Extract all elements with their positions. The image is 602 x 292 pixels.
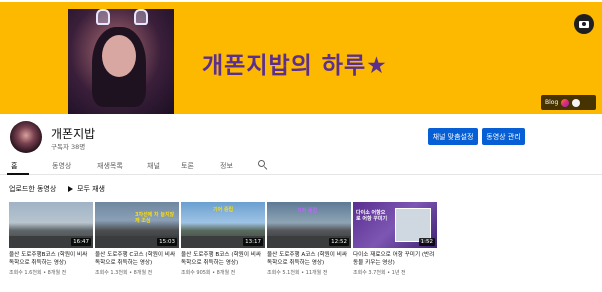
play-all-button[interactable]: 모두 재생 <box>68 184 105 194</box>
video-meta: 조회수 5.1천회 • 11개월 전 <box>267 270 328 276</box>
tab-discussion[interactable]: 토론 <box>181 161 194 171</box>
manage-videos-button[interactable]: 동영상 관리 <box>482 128 525 145</box>
video-duration: 13:17 <box>243 238 263 246</box>
tab-playlists[interactable]: 재생목록 <box>97 161 123 171</box>
subscriber-count: 구독자 38명 <box>51 143 86 151</box>
tab-home[interactable]: 홈 <box>11 161 17 171</box>
section-title: 업로드한 동영상 <box>9 185 57 193</box>
channel-name: 개폰지밥 <box>51 127 96 141</box>
video-duration: 12:52 <box>329 238 349 246</box>
banner-photo <box>68 9 174 114</box>
video-title[interactable]: 울산 도로주행 A코스 (학원이 비싸 독학으로 취득하는 영상) <box>267 251 351 267</box>
video-card[interactable]: 3차선에 차 늘지않게 조심 15:03 울산 도로주행 C코스 (학원이 비싸… <box>95 202 179 276</box>
video-title[interactable]: 다이소 재료으로 어항 꾸미기 (반려동물 키우는 영상) <box>353 251 437 267</box>
banner-links[interactable]: Blog <box>541 95 596 110</box>
channel-banner: 개폰지밥의 하루★ Blog <box>0 2 602 114</box>
video-thumbnail[interactable]: 기어 중립 13:17 <box>181 202 265 248</box>
thumbnail-overlay-text: 3차선에 차 늘지않게 조심 <box>135 212 175 224</box>
aquarium-image <box>395 208 431 242</box>
video-card[interactable]: 16:47 울산 도로주행B코스 (학원이 비싸 독학으로 취득하는 영상) 조… <box>9 202 93 276</box>
video-title[interactable]: 울산 도로주행B코스 (학원이 비싸 독학으로 취득하는 영상) <box>9 251 93 267</box>
camera-icon[interactable] <box>574 14 594 34</box>
video-duration: 15:03 <box>157 238 177 246</box>
video-card[interactable]: 기어 중립 12:52 울산 도로주행 A코스 (학원이 비싸 독학으로 취득하… <box>267 202 351 276</box>
banner-title: 개폰지밥의 하루★ <box>202 53 388 79</box>
thumbnail-overlay-text: 다이소 어항으로 어항 꾸미기 <box>356 210 388 222</box>
video-duration: 16:47 <box>71 238 91 246</box>
channel-page: 개폰지밥의 하루★ Blog 개폰지밥 구독자 38명 채널 맞춤설정 동영상 … <box>0 0 602 292</box>
channel-avatar[interactable] <box>10 121 42 153</box>
customize-channel-button[interactable]: 채널 맞춤설정 <box>428 128 478 145</box>
channel-tabs: 홈 동영상 재생목록 채널 토론 정보 <box>0 157 602 175</box>
video-thumbnail[interactable]: 다이소 어항으로 어항 꾸미기 1:52 <box>353 202 437 248</box>
video-thumbnail[interactable]: 16:47 <box>9 202 93 248</box>
tab-videos[interactable]: 동영상 <box>52 161 71 171</box>
video-card[interactable]: 기어 중립 13:17 울산 도로주행 B코스 (학원이 비싸 독학으로 취득하… <box>181 202 265 276</box>
search-icon[interactable] <box>258 160 268 171</box>
tab-channels[interactable]: 채널 <box>147 161 160 171</box>
instagram-icon[interactable] <box>561 98 570 107</box>
video-thumbnail[interactable]: 기어 중립 12:52 <box>267 202 351 248</box>
play-icon <box>68 186 73 192</box>
video-title[interactable]: 울산 도로주행 C코스 (학원이 비싸 독학으로 취득하는 영상) <box>95 251 179 267</box>
video-duration: 1:52 <box>418 238 435 246</box>
video-card[interactable]: 다이소 어항으로 어항 꾸미기 1:52 다이소 재료으로 어항 꾸미기 (반려… <box>353 202 437 276</box>
video-meta: 조회수 905회 • 8개월 전 <box>181 270 236 276</box>
profile-link-icon[interactable] <box>572 98 581 107</box>
thumbnail-overlay-text: 기어 중립 <box>297 208 318 214</box>
video-thumbnail[interactable]: 3차선에 차 늘지않게 조심 15:03 <box>95 202 179 248</box>
video-title[interactable]: 울산 도로주행 B코스 (학원이 비싸 독학으로 취득하는 영상) <box>181 251 265 267</box>
tab-about[interactable]: 정보 <box>220 161 233 171</box>
video-meta: 조회수 3.7천회 • 1년 전 <box>353 270 406 276</box>
blog-link[interactable]: Blog <box>545 99 558 106</box>
thumbnail-overlay-text: 기어 중립 <box>213 207 234 213</box>
video-meta: 조회수 1.6천회 • 8개월 전 <box>9 270 67 276</box>
active-tab-indicator <box>7 173 29 175</box>
play-all-label: 모두 재생 <box>77 185 105 193</box>
video-meta: 조회수 1.3천회 • 8개월 전 <box>95 270 153 276</box>
